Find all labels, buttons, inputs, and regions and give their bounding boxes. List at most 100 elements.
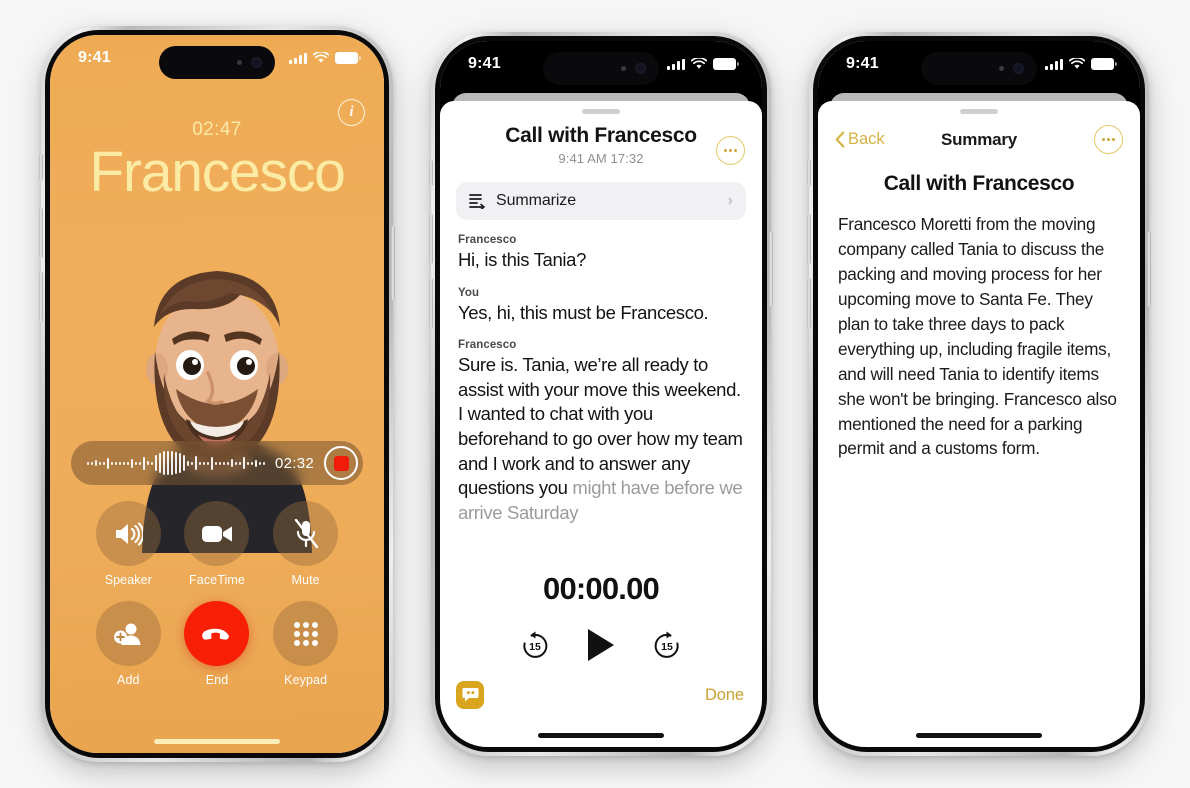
forward-15-label: 15 — [661, 640, 673, 653]
volume-up-button[interactable] — [39, 208, 43, 258]
transcript-entry: You Yes, hi, this must be Francesco. — [458, 287, 744, 326]
speaker-icon — [95, 501, 161, 566]
front-camera-icon — [251, 57, 262, 68]
transcript-speaker: Francesco — [458, 234, 517, 246]
phone-screen: 9:41 Back Summary Call with Francesco Fr… — [818, 41, 1140, 747]
forward-15-button[interactable]: 15 — [652, 630, 682, 660]
recording-elapsed: 02:32 — [275, 454, 315, 472]
chevron-right-icon: › — [727, 192, 733, 209]
speaker-label: Speaker — [104, 573, 152, 587]
live-transcription-button[interactable] — [456, 681, 484, 709]
mute-label: Mute — [291, 573, 320, 587]
phone-active-call: 9:41 i 02:47 Francesco 02:32 Speaker Fac… — [39, 26, 395, 762]
status-icons — [289, 52, 361, 64]
battery-icon — [335, 52, 361, 64]
sensor-dot-icon — [237, 60, 242, 65]
summarize-label: Summarize — [496, 192, 577, 209]
call-controls-grid: Speaker FaceTime Mute Add End Keypad — [84, 501, 350, 687]
volume-up-button[interactable] — [429, 214, 433, 264]
record-stop-button[interactable] — [324, 446, 359, 480]
volume-down-button[interactable] — [429, 278, 433, 328]
keypad-button[interactable]: Keypad — [261, 601, 350, 687]
transcript-text: Yes, hi, this must be Francesco. — [458, 301, 709, 323]
player-timecode: 00:00.00 — [543, 571, 660, 606]
mute-button[interactable]: Mute — [261, 501, 350, 587]
wifi-icon — [1069, 58, 1085, 69]
end-call-button[interactable]: End — [173, 601, 262, 687]
chevron-left-icon — [835, 131, 845, 148]
transcript-list[interactable]: Francesco Hi, is this Tania? You Yes, hi… — [440, 220, 762, 747]
more-options-button[interactable] — [716, 136, 745, 165]
transcript-speaker: Francesco — [458, 339, 517, 352]
speaker-button[interactable]: Speaker — [84, 501, 173, 587]
done-button[interactable]: Done — [705, 686, 744, 705]
call-sheet: Call with Francesco 9:41 AM 17:32 Summar… — [440, 101, 762, 747]
power-button[interactable] — [391, 226, 395, 300]
sheet-header: Call with Francesco 9:41 AM 17:32 — [440, 114, 762, 168]
status-icons — [667, 58, 739, 70]
power-button[interactable] — [769, 232, 773, 306]
rewind-15-label: 15 — [529, 640, 541, 653]
summarize-row[interactable]: Summarize › — [456, 182, 746, 220]
summary-sheet: Back Summary Call with Francesco Frances… — [818, 101, 1140, 747]
dynamic-island — [921, 52, 1037, 85]
facetime-button[interactable]: FaceTime — [173, 501, 262, 587]
add-label: Add — [117, 673, 140, 687]
battery-icon — [713, 58, 739, 70]
volume-down-button[interactable] — [807, 278, 811, 328]
status-time: 9:41 — [78, 49, 111, 66]
add-call-button[interactable]: Add — [84, 601, 173, 687]
end-call-icon — [184, 601, 250, 666]
cellular-bars-icon — [667, 58, 685, 70]
summary-title: Call with Francesco — [883, 172, 1075, 195]
phone-call-summary: 9:41 Back Summary Call with Francesco Fr… — [807, 32, 1151, 756]
transcript-entry: Francesco Sure is. Tania, we’re all read… — [458, 339, 744, 525]
home-indicator[interactable] — [916, 733, 1042, 738]
home-indicator[interactable] — [538, 733, 664, 738]
facetime-label: FaceTime — [189, 573, 245, 587]
status-time: 9:41 — [846, 55, 879, 72]
home-indicator[interactable] — [154, 739, 280, 744]
audio-waveform-icon — [87, 450, 265, 476]
phone-call-transcript: 9:41 Call with Francesco 9:41 AM 17:32 S… — [429, 32, 773, 756]
dynamic-island — [543, 52, 659, 85]
sheet-subtitle: 9:41 AM 17:32 — [558, 151, 644, 166]
microphone-muted-icon — [273, 501, 339, 566]
back-button[interactable]: Back — [835, 130, 885, 149]
transcript-text: Hi, is this Tania? — [458, 249, 587, 270]
silent-switch[interactable] — [39, 154, 43, 180]
summary-navbar: Back Summary — [818, 114, 1140, 158]
transcript-speaker: You — [458, 286, 480, 299]
phones-row: 9:41 i 02:47 Francesco 02:32 Speaker Fac… — [0, 0, 1190, 788]
front-camera-icon — [1013, 63, 1024, 74]
silent-switch[interactable] — [429, 160, 433, 186]
sensor-dot-icon — [621, 66, 626, 71]
player-controls: 15 15 — [440, 629, 762, 661]
call-duration: 02:47 — [192, 119, 242, 140]
call-recording-bar[interactable]: 02:32 — [71, 441, 363, 485]
keypad-grid-icon — [273, 601, 339, 666]
volume-down-button[interactable] — [39, 272, 43, 322]
play-button[interactable] — [588, 629, 614, 661]
rewind-15-button[interactable]: 15 — [520, 630, 550, 660]
volume-up-button[interactable] — [807, 214, 811, 264]
wifi-icon — [691, 58, 707, 69]
summarize-lines-icon — [469, 194, 485, 209]
phone-screen: 9:41 i 02:47 Francesco 02:32 Speaker Fac… — [50, 35, 384, 753]
wifi-icon — [313, 52, 329, 63]
summary-body: Francesco Moretti from the moving compan… — [838, 214, 1117, 459]
front-camera-icon — [635, 63, 646, 74]
back-label: Back — [848, 130, 885, 148]
sheet-footer: Done — [456, 681, 744, 709]
status-time: 9:41 — [468, 55, 501, 72]
status-icons — [1045, 58, 1117, 70]
power-button[interactable] — [1147, 232, 1151, 306]
sensor-dot-icon — [999, 66, 1004, 71]
transcript-text: Sure is. Tania, we’re all ready to assis… — [458, 353, 744, 525]
dynamic-island — [159, 46, 275, 79]
more-options-button[interactable] — [1094, 125, 1123, 154]
silent-switch[interactable] — [807, 160, 811, 186]
live-transcription-icon — [462, 688, 478, 702]
phone-screen: 9:41 Call with Francesco 9:41 AM 17:32 S… — [440, 41, 762, 747]
cellular-bars-icon — [1045, 58, 1063, 70]
